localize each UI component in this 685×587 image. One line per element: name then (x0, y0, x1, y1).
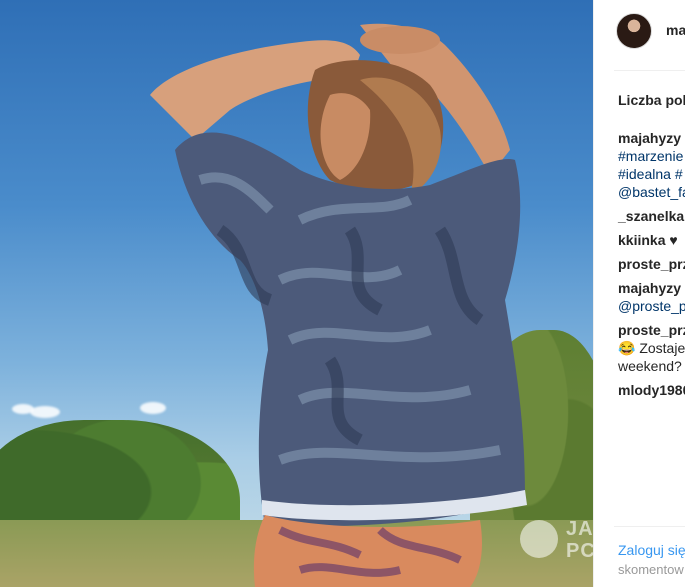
likes-count[interactable]: Liczba pol (618, 92, 685, 108)
comment: kkiinka ♥ (618, 231, 685, 249)
profile-avatar-icon[interactable] (616, 13, 652, 49)
comment-author[interactable]: majahyzy (618, 129, 685, 147)
comment-author[interactable]: majahyzy (618, 279, 685, 297)
login-link[interactable]: Zaloguj się (618, 542, 685, 558)
watermark-line-2: PC (566, 540, 593, 562)
comment-hashtag[interactable]: #marzenie (618, 147, 685, 165)
comment-text: 😂 Zostaje (618, 340, 685, 356)
comment-author[interactable]: proste_prz (618, 321, 685, 339)
comment: mlody1980 (618, 381, 685, 399)
comment-author[interactable]: kkiinka (618, 232, 665, 248)
comment-author[interactable]: mlody1980 (618, 381, 685, 399)
comment: majahyzy #marzenie #idealna # @bastet_fa (618, 129, 685, 201)
comment: proste_prz (618, 255, 685, 273)
comment-hashtag[interactable]: #idealna # (618, 165, 685, 183)
comment-mention[interactable]: @bastet_fa (618, 183, 685, 201)
post-side-panel: maj Liczba pol majahyzy #marzenie #ideal… (593, 0, 685, 587)
watermark-line-1: JAS (566, 518, 593, 540)
comment: majahyzy @proste_p (618, 279, 685, 315)
comment-hint: skomentow (618, 562, 684, 577)
comment-mention[interactable]: @proste_p (618, 297, 685, 315)
comment-author[interactable]: proste_prz (618, 255, 685, 273)
post-username[interactable]: maj (666, 22, 685, 38)
heart-text: ♥ (669, 232, 678, 248)
comment-author[interactable]: _szanelka (618, 207, 685, 225)
comments-list: majahyzy #marzenie #idealna # @bastet_fa… (618, 129, 685, 405)
comment-text: weekend? (618, 358, 682, 374)
woman-figure (150, 23, 527, 587)
comment: proste_prz 😂 Zostaje weekend? (618, 321, 685, 375)
post-photo[interactable]: JAS PC (0, 0, 593, 587)
footer-divider (614, 526, 685, 527)
watermark-text: JAS PC (566, 518, 593, 562)
header-divider (614, 70, 685, 71)
watermark-logo-icon (520, 520, 558, 558)
comment: _szanelka (618, 207, 685, 225)
